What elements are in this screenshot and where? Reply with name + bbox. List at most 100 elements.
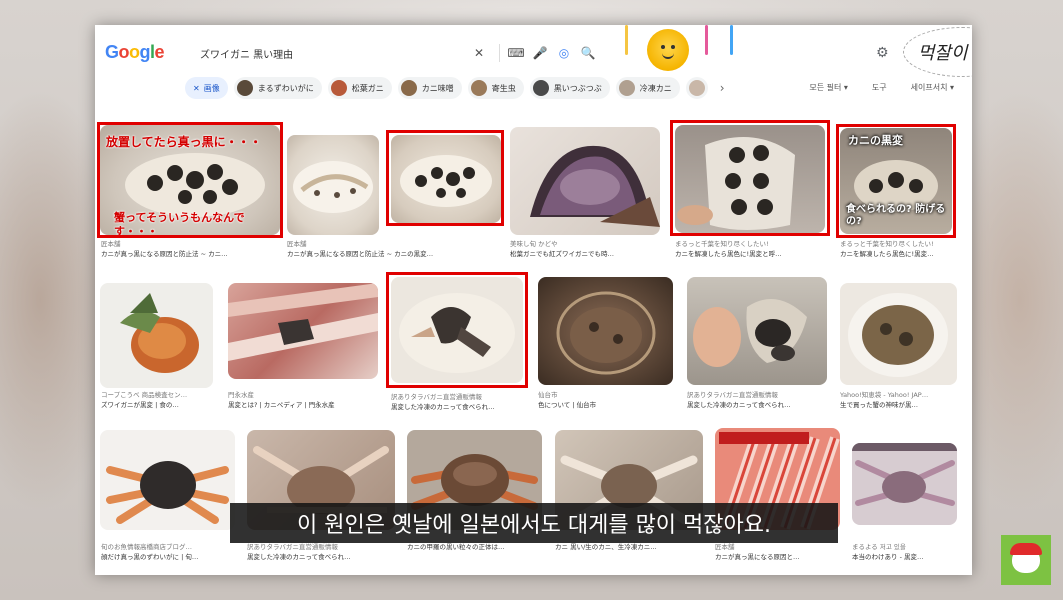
result-title[interactable]: カニを解凍したら黒色に!黒変と呼… (675, 249, 835, 259)
chip-matsubagani[interactable]: 松葉ガニ (327, 77, 392, 99)
chip-thumbnail (330, 80, 347, 96)
channel-avatar-icon (1010, 543, 1042, 573)
result-source: まるっと千葉を知り尽くしたい! (840, 240, 934, 248)
chip-maruzuwaigani[interactable]: まるずわいがに (233, 77, 322, 99)
result-source: 訳ありタラバガニ直営通販情報 (687, 391, 778, 399)
result-caption: 匠本舗 カニが真っ黒になる原因と… (715, 542, 845, 562)
image-result[interactable] (538, 277, 673, 385)
result-source: まるよる 저고 있을 (852, 543, 906, 551)
result-source: 匠本舗 (715, 543, 735, 551)
result-title[interactable]: 本当のわけあり - 黒変… (852, 552, 970, 562)
search-icon[interactable]: 🔍 (578, 43, 598, 63)
image-result[interactable] (391, 277, 523, 383)
chip-thumbnail (688, 80, 705, 96)
result-title[interactable]: 黒変した冷凍のカニって食べられ… (391, 402, 531, 412)
keyboard-icon[interactable]: ⌨ (506, 43, 526, 63)
gear-icon[interactable]: ⚙ (876, 45, 889, 61)
image-result[interactable]: カニの黒変 食べられるの? 防げるの? (840, 128, 952, 234)
result-caption: 匠本舗 カニが真っ黒になる原因と防止法 ~ カニの黒変… (287, 239, 483, 259)
image-result[interactable] (228, 283, 378, 379)
result-caption: 美味し旬 かどや 松葉ガニでも紅ズワイガニでも時… (510, 239, 670, 259)
channel-logo[interactable] (1001, 535, 1051, 585)
search-box[interactable]: ズワイガニ 黒い理由 ✕ ⌨ 🎤 ◎ 🔍 (188, 38, 602, 68)
chip-kiseichu[interactable]: 寄生虫 (467, 77, 524, 99)
result-caption: コープこうべ 商品検査セン… ズワイガニが黒変 | 食の… (101, 390, 221, 410)
image-result[interactable] (675, 125, 825, 233)
close-icon[interactable]: ✕ (193, 84, 200, 93)
tools-button[interactable]: 도구 (872, 82, 887, 93)
result-title[interactable]: 生で買った蟹の神味が黒… (840, 400, 965, 410)
chevron-right-icon[interactable]: › (720, 81, 725, 95)
clear-icon[interactable]: ✕ (469, 43, 489, 63)
result-title[interactable]: 松葉ガニでも紅ズワイガニでも時… (510, 249, 670, 259)
crab-image (400, 155, 492, 207)
result-title[interactable]: 顔だけ真っ黒のずわいがに | 旬… (101, 552, 241, 562)
image-result[interactable] (852, 443, 957, 525)
result-caption: 訳ありタラバガニ直営通販情報 黒変した冷凍のカニって食べられ… (687, 390, 837, 410)
result-source: 訳ありタラバガニ直営通販情報 (247, 543, 338, 551)
chip-thumbnail (618, 80, 635, 96)
doodle-mouth (662, 53, 674, 59)
google-logo[interactable]: Google (105, 42, 165, 63)
image-result[interactable] (100, 283, 213, 388)
result-caption: 仙台市 色について | 仙台市 (538, 390, 678, 410)
result-source: コープこうべ 商品検査セン… (101, 391, 188, 399)
chip-more[interactable] (685, 77, 708, 99)
image-result[interactable] (100, 430, 235, 530)
result-title[interactable]: カニを解凍したら黒色に!黒変… (840, 249, 965, 259)
result-title[interactable]: ズワイガニが黒変 | 食の… (101, 400, 221, 410)
chip-label: 画像 (203, 83, 220, 93)
chip-reitoukani[interactable]: 冷凍カニ (615, 77, 680, 99)
overlay-bottom-text: 蟹ってそういうもんなんです・・・ (114, 211, 245, 235)
result-title[interactable]: 黒変した冷凍のカニって食べられ… (687, 400, 837, 410)
search-query[interactable]: ズワイガニ 黒い理由 (200, 46, 469, 61)
overlay-top-text: 放置してたら真っ黒に・・・ (106, 135, 262, 149)
result-title[interactable]: 黒変した冷凍のカニって食べられ… (247, 552, 407, 562)
image-result[interactable] (510, 127, 660, 235)
result-caption: 訳ありタラバガニ直営通販情報 黒変した冷凍のカニって食べられ… (391, 392, 531, 412)
search-divider (499, 44, 500, 62)
safe-search-button[interactable]: 세이프서치 ▾ (911, 82, 954, 93)
chip-label: まるずわいがに (257, 83, 314, 93)
channel-watermark: 먹잘이 주의 TV (903, 27, 972, 77)
google-doodle[interactable] (647, 29, 689, 71)
result-caption: まるっと千葉を知り尽くしたい! カニを解凍したら黒色に!黒変と呼… (675, 239, 835, 259)
safe-search-label: 세이프서치 (910, 83, 948, 92)
result-caption: 訳ありタラバガニ直営通販情報 黒変した冷凍のカニって食べられ… (247, 542, 407, 562)
chip-images[interactable]: ✕ 画像 (185, 77, 228, 99)
image-result[interactable] (391, 135, 501, 223)
cap-icon (1010, 543, 1042, 555)
chip-label: 寄生虫 (491, 83, 516, 93)
crab-image (677, 137, 795, 230)
all-filters-button[interactable]: 모든 필터 ▾ (809, 82, 848, 93)
image-result[interactable] (840, 283, 957, 385)
doodle-eye (671, 45, 675, 49)
result-source: 匠本舗 (287, 240, 307, 248)
doodle-confetti (705, 25, 708, 55)
watermark-text: 먹잘이 주의 (917, 43, 972, 64)
doodle-confetti (730, 25, 733, 55)
doodle-confetti (625, 25, 628, 55)
result-title[interactable]: カニ 黒い/生のカニ、生冷凍カニ… (555, 542, 715, 552)
result-source: 旬のお魚情報高橋商店ブログ… (101, 543, 192, 551)
image-result[interactable] (287, 135, 379, 235)
lens-icon[interactable]: ◎ (554, 43, 574, 63)
chip-kuroitsubutsubu[interactable]: 黒いつぶつぶ (529, 77, 610, 99)
image-result[interactable]: 放置してたら真っ黒に・・・ 蟹ってそういうもんなんです・・・ (100, 125, 280, 235)
result-title[interactable]: カニが真っ黒になる原因と防止法 ~ カニの黒変… (287, 249, 483, 259)
result-title[interactable]: 黒変とは? | カニペディア | 門永水産 (228, 400, 378, 410)
image-result[interactable] (687, 277, 827, 385)
video-subtitle: 이 원인은 옛날에 일본에서도 대게를 많이 먹잖아요. (230, 503, 838, 543)
result-caption: 匠本舗 カニが真っ黒になる原因と防止法 ~ カニ… (101, 239, 281, 259)
result-title[interactable]: カニが真っ黒になる原因と防止法 ~ カニ… (101, 249, 281, 259)
result-title[interactable]: 色について | 仙台市 (538, 400, 678, 410)
result-source: Yahoo!知恵袋 - Yahoo! JAP… (840, 391, 929, 399)
crab-image (530, 145, 660, 227)
doodle-eye (661, 45, 665, 49)
chip-kanimiso[interactable]: カニ味噌 (397, 77, 462, 99)
result-caption: 門永水産 黒変とは? | カニペディア | 門永水産 (228, 390, 378, 410)
result-title[interactable]: カニの甲羅の黒い粒々の正体は… (407, 542, 552, 552)
result-source: まるっと千葉を知り尽くしたい! (675, 240, 769, 248)
result-title[interactable]: カニが真っ黒になる原因と… (715, 552, 845, 562)
mic-icon[interactable]: 🎤 (530, 43, 550, 63)
